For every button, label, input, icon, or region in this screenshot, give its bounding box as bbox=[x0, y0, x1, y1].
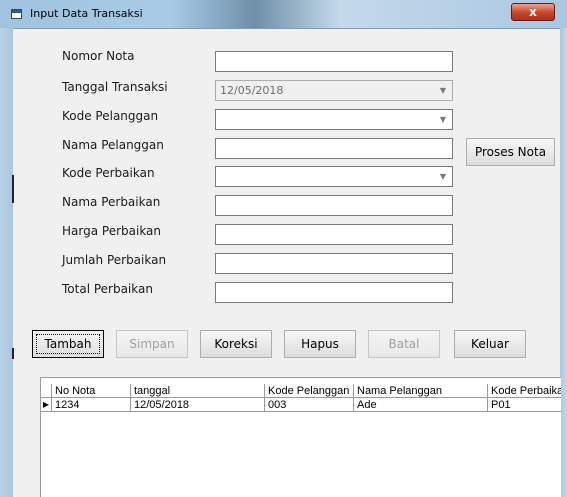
column-header[interactable]: Kode Perbaikan bbox=[488, 384, 561, 398]
harga-perbaikan-label: Harga Perbaikan bbox=[62, 224, 162, 238]
table-row[interactable]: ▶ 1234 12/05/2018 003 Ade P01 bbox=[41, 398, 561, 412]
nomor-nota-label: Nomor Nota bbox=[62, 49, 135, 63]
total-perbaikan-input[interactable] bbox=[215, 282, 453, 303]
app-window: Input Data Transaksi x Nomor Nota Tangga… bbox=[0, 0, 567, 497]
tanggal-transaksi-value: 12/05/2018 bbox=[220, 84, 284, 97]
column-header[interactable]: Nama Pelanggan bbox=[354, 384, 488, 398]
column-header[interactable]: No Nota bbox=[52, 384, 131, 398]
total-perbaikan-label: Total Perbaikan bbox=[62, 282, 153, 296]
window-right-frame bbox=[560, 28, 567, 497]
current-row-indicator-icon: ▶ bbox=[41, 398, 52, 412]
frame-marker bbox=[12, 348, 14, 359]
column-header[interactable]: tanggal bbox=[131, 384, 265, 398]
nama-perbaikan-label: Nama Perbaikan bbox=[62, 195, 161, 209]
jumlah-perbaikan-input[interactable] bbox=[215, 253, 453, 274]
window-left-frame bbox=[0, 28, 13, 497]
table-cell[interactable]: 12/05/2018 bbox=[131, 398, 265, 412]
transaksi-grid[interactable]: No Nota tanggal Kode Pelanggan Nama Pela… bbox=[40, 377, 561, 497]
tanggal-transaksi-label: Tanggal Transaksi bbox=[62, 80, 168, 94]
table-cell[interactable]: P01 bbox=[488, 398, 561, 412]
window-title: Input Data Transaksi bbox=[30, 7, 143, 20]
tanggal-transaksi-combo[interactable]: 12/05/2018 ▼ bbox=[215, 80, 453, 101]
close-button[interactable]: x bbox=[511, 3, 555, 21]
row-selector-header bbox=[41, 384, 52, 398]
nomor-nota-input[interactable] bbox=[215, 51, 453, 72]
table-cell[interactable]: Ade bbox=[354, 398, 488, 412]
proses-nota-button[interactable]: Proses Nota bbox=[466, 138, 555, 166]
table-cell[interactable]: 003 bbox=[265, 398, 354, 412]
chevron-down-icon[interactable]: ▼ bbox=[436, 83, 450, 98]
kode-perbaikan-combo[interactable]: ▼ bbox=[215, 166, 453, 187]
nama-pelanggan-input[interactable] bbox=[215, 138, 453, 159]
keluar-button[interactable]: Keluar bbox=[454, 330, 526, 358]
kode-pelanggan-combo[interactable]: ▼ bbox=[215, 109, 453, 130]
table-cell[interactable]: 1234 bbox=[52, 398, 131, 412]
koreksi-button[interactable]: Koreksi bbox=[200, 330, 272, 358]
chevron-down-icon[interactable]: ▼ bbox=[436, 169, 450, 184]
nama-perbaikan-input[interactable] bbox=[215, 195, 453, 216]
nama-pelanggan-label: Nama Pelanggan bbox=[62, 138, 164, 152]
column-header[interactable]: Kode Pelanggan bbox=[265, 384, 354, 398]
kode-perbaikan-label: Kode Perbaikan bbox=[62, 166, 155, 180]
jumlah-perbaikan-label: Jumlah Perbaikan bbox=[62, 253, 167, 267]
title-bar[interactable]: Input Data Transaksi x bbox=[0, 0, 567, 29]
chevron-down-icon[interactable]: ▼ bbox=[436, 112, 450, 127]
grid-header-row: No Nota tanggal Kode Pelanggan Nama Pela… bbox=[41, 384, 561, 398]
batal-button[interactable]: Batal bbox=[368, 330, 440, 358]
window-icon bbox=[11, 9, 22, 19]
harga-perbaikan-input[interactable] bbox=[215, 224, 453, 245]
tambah-button[interactable]: Tambah bbox=[32, 330, 104, 358]
kode-pelanggan-label: Kode Pelanggan bbox=[62, 109, 159, 123]
simpan-button[interactable]: Simpan bbox=[116, 330, 188, 358]
close-icon: x bbox=[529, 5, 537, 19]
frame-marker bbox=[12, 175, 14, 203]
hapus-button[interactable]: Hapus bbox=[284, 330, 356, 358]
